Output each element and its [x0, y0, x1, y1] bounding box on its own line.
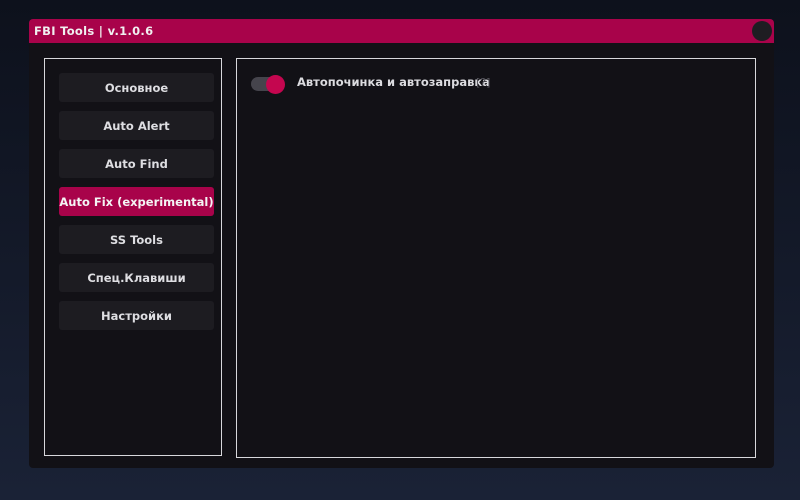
sidebar-item-hotkeys[interactable]: Спец.Клавиши [59, 263, 214, 292]
app-window: FBI Tools | v.1.0.6 Основное Auto Alert … [29, 19, 774, 468]
close-button[interactable] [752, 21, 772, 41]
sidebar: Основное Auto Alert Auto Find Auto Fix (… [44, 58, 222, 456]
help-marker[interactable]: [?] [476, 76, 490, 89]
sidebar-item-main[interactable]: Основное [59, 73, 214, 102]
window-title: FBI Tools | v.1.0.6 [34, 24, 154, 38]
title-bar[interactable]: FBI Tools | v.1.0.6 [29, 19, 774, 43]
auto-fix-toggle[interactable] [251, 75, 285, 94]
sidebar-item-auto-alert[interactable]: Auto Alert [59, 111, 214, 140]
content-panel: Автопочинка и автозаправка [?] [236, 58, 756, 458]
sidebar-item-ss-tools[interactable]: SS Tools [59, 225, 214, 254]
sidebar-item-auto-fix[interactable]: Auto Fix (experimental) [59, 187, 214, 216]
auto-fix-label: Автопочинка и автозаправка [297, 75, 490, 89]
sidebar-item-auto-find[interactable]: Auto Find [59, 149, 214, 178]
toggle-knob [266, 75, 285, 94]
sidebar-item-settings[interactable]: Настройки [59, 301, 214, 330]
